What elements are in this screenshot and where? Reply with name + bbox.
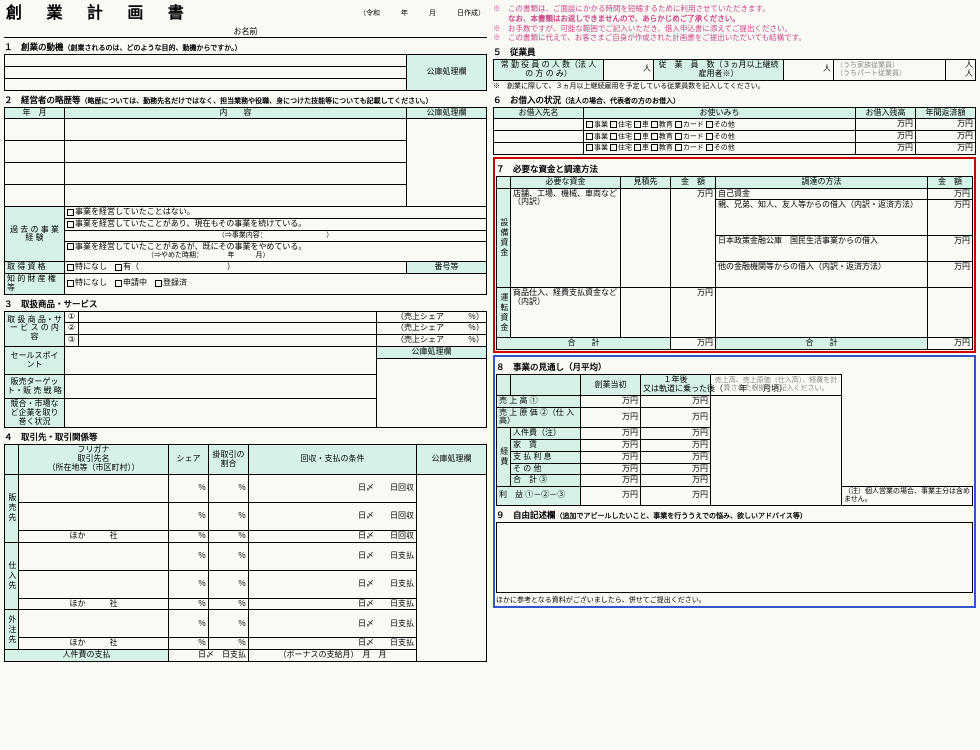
sec7-table: 必要な資金 見積先 金 額 調達の方法 金 額 設備資金 店舗、工場、機械、車両… [496, 176, 973, 350]
doc-title: 創 業 計 画 書 [4, 4, 246, 24]
name-label: お名前 [234, 27, 258, 36]
past-c2a: 事業を経営していたことがあり、現在もその事業を続けている。 [75, 219, 306, 228]
past-lbl: 過 去 の 事 業 経 験 [5, 207, 65, 262]
sec2-naiyo: 内 容 [65, 107, 407, 119]
sec5-note: ※ 創業に際して、３ヵ月以上継続雇用を予定している従業員数を記入してください。 [493, 81, 976, 91]
right-page: ※ この書類は、ご面談にかかる時間を短縮するために利用させていただきます。 なお… [493, 4, 976, 746]
sec5-table: 常 勤 役 員 の 人 数（法 人 の 方 の み） 人 従 業 員 数（３ヵ月… [493, 59, 976, 81]
blue-box: ８ 事業の見通し（月平均） 創業当初 １年後 又は軌道に乗った後（ 年 月頃） … [493, 355, 976, 607]
past-c1: 事業を経営していたことはない。 [75, 207, 195, 216]
sec2-ym: 年 月 [5, 107, 65, 119]
sec9-foot: ほかに参考となる資料がございましたら、併せてご提出ください。 [496, 595, 973, 605]
sec2-table: 年 月 内 容 公庫処理欄 過 去 の 事 業 経 験 事業を経営していたことは… [4, 107, 487, 295]
sec3-h: ３ 取扱商品・サービス [4, 298, 487, 310]
date-label: （令和 年 月 日作成） [246, 4, 488, 24]
sec6-h: ６ お借入の状況 [493, 95, 561, 105]
sec1-note: （創業されるのは、どのような目的、動機からですか。） [64, 45, 242, 52]
sec1-h: １ 創業の動機 [4, 42, 64, 52]
red-box: ７ 必要な資金と調達方法 必要な資金 見積先 金 額 調達の方法 金 額 設備資… [493, 157, 976, 353]
sec1-table: 公庫処理欄 [4, 54, 487, 91]
sec7-h: ７ 必要な資金と調達方法 [496, 163, 973, 175]
sec1-col: 公庫処理欄 [407, 54, 487, 90]
sec2-col: 公庫処理欄 [407, 107, 487, 119]
qual-lbl: 取 得 資 格 [5, 262, 65, 274]
sec3-table: 取 扱 商 品・サ ー ビ ス の 内 容 ① （売上シェア ％） ②（売上シェ… [4, 311, 487, 429]
sec6-table: お借入先名 お使いみち お借入残高 年間返済額 事業 住宅 車 教育 カード そ… [493, 107, 976, 155]
sec4-h: ４ 取引先・取引関係等 [4, 431, 487, 443]
sec9-h: ９ 自由記述欄 [496, 510, 556, 520]
past-c3a: 事業を経営していたことがあるが、既にその事業をやめている。 [75, 242, 306, 251]
sec5-h: ５ 従業員 [493, 46, 976, 58]
sec4-table: フリガナ 取引先名 （所在地等（市区町村）） シェア 掛取引の割合 回収・支払の… [4, 444, 487, 662]
past-c3b: （⇒やめた時期： 年 月） [147, 252, 270, 259]
past-c2b: （⇒事業内容： ） [65, 230, 487, 241]
left-page: 創 業 計 画 書 （令和 年 月 日作成） お名前 １ 創業の動機（創業される… [4, 4, 487, 746]
top-notes: ※ この書類は、ご面談にかかる時間を短縮するために利用させていただきます。 なお… [493, 4, 976, 43]
sec8-h: ８ 事業の見通し（月平均） [496, 361, 973, 373]
ip-lbl: 知 的 財 産 権 等 [5, 274, 65, 295]
sec2-h: ２ 経営者の略歴等 [4, 95, 81, 105]
sec8-table: 創業当初 １年後 又は軌道に乗った後（ 年 月頃） 売上高、売上原価（仕入高）、… [496, 374, 973, 505]
sec2-note: （略歴については、勤務先名だけではなく、担当業務や役職、身につけた技能等について… [81, 98, 433, 105]
